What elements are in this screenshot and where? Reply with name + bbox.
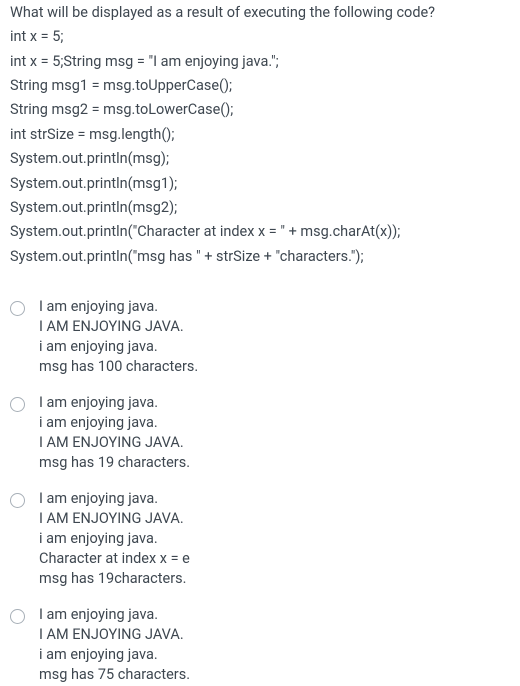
option-line: Character at index x = e	[39, 549, 190, 569]
option-3[interactable]: I am enjoying java. I AM ENJOYING JAVA. …	[10, 489, 510, 589]
option-line: I am enjoying java.	[39, 605, 190, 625]
option-text: I am enjoying java. I AM ENJOYING JAVA. …	[39, 297, 198, 377]
code-line: System.out.println(msg);	[10, 147, 510, 171]
option-line: i am enjoying java.	[39, 645, 190, 665]
option-line: msg has 100 characters.	[39, 357, 198, 377]
code-line: int strSize = msg.length();	[10, 123, 510, 147]
option-text: I am enjoying java. I AM ENJOYING JAVA. …	[39, 489, 190, 589]
option-2[interactable]: I am enjoying java. i am enjoying java. …	[10, 393, 510, 473]
option-line: I AM ENJOYING JAVA.	[39, 509, 190, 529]
option-line: I am enjoying java.	[39, 297, 198, 317]
radio-icon[interactable]	[10, 609, 25, 624]
radio-icon[interactable]	[10, 397, 25, 412]
option-1[interactable]: I am enjoying java. I AM ENJOYING JAVA. …	[10, 297, 510, 377]
option-line: msg has 19 characters.	[39, 453, 190, 473]
option-line: I AM ENJOYING JAVA.	[39, 317, 198, 337]
option-4[interactable]: I am enjoying java. I AM ENJOYING JAVA. …	[10, 605, 510, 685]
code-line: System.out.println(msg2);	[10, 196, 510, 220]
code-line: String msg1 = msg.toUpperCase();	[10, 74, 510, 98]
option-line: i am enjoying java.	[39, 529, 190, 549]
code-block: int x = 5; int x = 5;String msg = "I am …	[10, 25, 510, 269]
radio-icon[interactable]	[10, 493, 25, 508]
code-line: int x = 5;	[10, 25, 510, 49]
option-line: i am enjoying java.	[39, 337, 198, 357]
code-line: String msg2 = msg.toLowerCase();	[10, 98, 510, 122]
option-line: i am enjoying java.	[39, 413, 190, 433]
option-line: I AM ENJOYING JAVA.	[39, 433, 190, 453]
option-line: msg has 19characters.	[39, 569, 190, 589]
code-line: System.out.println("msg has " + strSize …	[10, 245, 510, 269]
option-line: I am enjoying java.	[39, 393, 190, 413]
radio-icon[interactable]	[10, 301, 25, 316]
option-line: msg has 75 characters.	[39, 665, 190, 685]
option-text: I am enjoying java. I AM ENJOYING JAVA. …	[39, 605, 190, 685]
code-line: System.out.println("Character at index x…	[10, 220, 510, 244]
option-line: I am enjoying java.	[39, 489, 190, 509]
option-line: I AM ENJOYING JAVA.	[39, 625, 190, 645]
code-line: System.out.println(msg1);	[10, 172, 510, 196]
options-group: I am enjoying java. I AM ENJOYING JAVA. …	[10, 297, 510, 685]
option-text: I am enjoying java. i am enjoying java. …	[39, 393, 190, 473]
code-line: int x = 5;String msg = "I am enjoying ja…	[10, 50, 510, 74]
question-prompt: What will be displayed as a result of ex…	[10, 0, 510, 25]
